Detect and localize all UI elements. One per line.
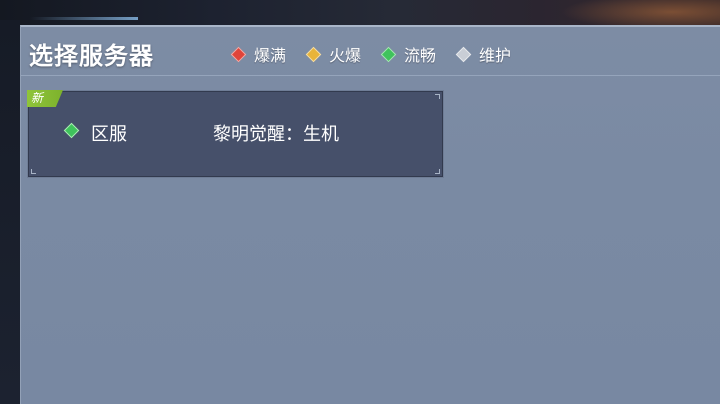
corner-ornament-icon: [435, 94, 440, 99]
legend-item-full: 爆满: [230, 42, 287, 66]
corner-ornament-icon: [31, 169, 36, 174]
yellow-diamond-icon: [305, 46, 322, 62]
legend-label: 火爆: [329, 46, 362, 65]
server-select-panel: 选择服务器 爆满 火爆 流畅 维护 新 区服 黎明觉醒：生机: [20, 25, 720, 404]
scene-left-edge: [0, 20, 20, 404]
header-divider: [21, 75, 720, 76]
red-diamond-icon: [230, 46, 247, 62]
corner-ornament-icon: [435, 169, 440, 174]
legend-label: 爆满: [254, 46, 287, 65]
green-diamond-icon: [63, 122, 80, 139]
server-name: 黎明觉醒：生机: [213, 124, 339, 145]
server-zone-label: 区服: [91, 124, 127, 145]
new-badge-label: 新: [31, 91, 44, 105]
scene-accent-line: [30, 17, 138, 20]
gray-diamond-icon: [455, 46, 472, 62]
legend-label: 流畅: [404, 46, 437, 65]
server-card[interactable]: 新 区服 黎明觉醒：生机: [27, 90, 444, 178]
status-legend: 爆满 火爆 流畅 维护: [230, 42, 533, 66]
legend-item-smooth: 流畅: [380, 42, 437, 66]
panel-title: 选择服务器: [29, 42, 154, 70]
legend-item-busy: 火爆: [305, 42, 362, 66]
legend-label: 维护: [479, 46, 512, 65]
new-badge: 新: [27, 90, 63, 107]
green-diamond-icon: [380, 46, 397, 62]
legend-item-maintenance: 维护: [455, 42, 512, 66]
